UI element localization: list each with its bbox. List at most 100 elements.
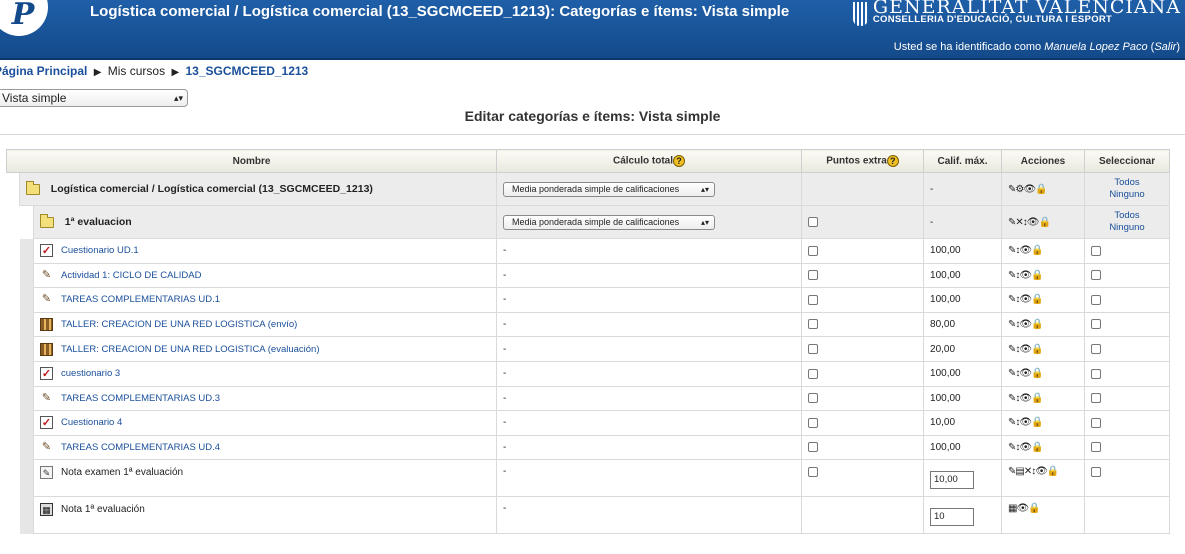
help-icon[interactable]: ?: [673, 155, 686, 167]
action-icons[interactable]: ✎↕👁🔒: [1001, 238, 1086, 264]
action-icons[interactable]: ✎↕👁🔒: [1001, 385, 1086, 412]
item-calc: -: [496, 311, 803, 338]
grade-item-link[interactable]: TALLER: CREACION DE UNA RED LOGISTICA (e…: [61, 319, 297, 330]
select-checkbox[interactable]: [1091, 344, 1102, 355]
breadcrumb-course[interactable]: 13_SGCMCEED_1213: [186, 64, 309, 78]
action-icons[interactable]: ✎↕👁🔒: [1001, 410, 1086, 436]
grade-item-link[interactable]: Cuestionario 4: [61, 418, 122, 429]
grade-item-link[interactable]: TAREAS COMPLEMENTARIAS UD.1: [61, 295, 220, 306]
assignment-icon: ✎: [41, 268, 52, 281]
select-checkbox[interactable]: [1091, 368, 1102, 379]
workshop-icon: [40, 342, 53, 356]
grade-item-row: ✎ Actividad 1: CICLO DE CALIDAD - 100,00 …: [6, 262, 1171, 289]
breadcrumb: Página Principal ▶ Mis cursos ▶ 13_SGCMC…: [0, 64, 308, 78]
extra-credit-checkbox[interactable]: [808, 270, 819, 281]
action-icons[interactable]: ▦👁🔒: [1001, 496, 1086, 535]
grade-categories-table: Nombre Cálculo total? Puntos extra? Cali…: [5, 149, 1171, 535]
col-header-name: Nombre: [5, 149, 498, 173]
manual-item-icon: ✎: [40, 466, 53, 480]
select-checkbox[interactable]: [1091, 393, 1102, 404]
extra-credit-checkbox[interactable]: [808, 368, 819, 379]
grade-item-link[interactable]: TALLER: CREACION DE UNA RED LOGISTICA (e…: [61, 344, 320, 355]
col-header-actions: Acciones: [1001, 149, 1086, 173]
breadcrumb-separator-icon: ▶: [171, 67, 180, 78]
action-icons[interactable]: ✎↕👁🔒: [1001, 434, 1086, 461]
extra-credit-checkbox[interactable]: [808, 216, 819, 227]
max-grade-input[interactable]: 10: [930, 508, 975, 527]
grade-item-row: ✎ TAREAS COMPLEMENTARIAS UD.4 - 100,00 ✎↕…: [6, 434, 1171, 461]
action-icons[interactable]: ✎↕👁🔒: [1001, 360, 1086, 387]
view-select[interactable]: Vista simple ▴▾: [0, 89, 188, 107]
item-calc: -: [496, 459, 803, 498]
category-total-row: ▦ Nota 1ª evaluación - 10 ▦👁🔒: [6, 496, 1171, 535]
action-icons[interactable]: ✎▤✕↕👁🔒: [1001, 459, 1086, 498]
assignment-icon: ✎: [41, 441, 52, 454]
action-icons[interactable]: ✎↕👁🔒: [1001, 287, 1086, 313]
col-header-select: Seleccionar: [1084, 149, 1171, 173]
help-icon[interactable]: ?: [886, 155, 899, 167]
item-calc: -: [496, 410, 803, 436]
logout-link[interactable]: Salir: [1154, 41, 1176, 53]
category-row: 1ª evaluacion Media ponderada simple de …: [6, 205, 1171, 239]
action-icons[interactable]: ✎↕👁🔒: [1001, 311, 1086, 338]
select-all-link[interactable]: Todos: [1114, 177, 1139, 188]
extra-credit-checkbox[interactable]: [808, 245, 819, 256]
grade-item-row: ✎ TAREAS COMPLEMENTARIAS UD.1 - 100,00 ✎↕…: [6, 287, 1171, 313]
select-none-link[interactable]: Ninguno: [1109, 189, 1144, 200]
grade-item-row: ✓ Cuestionario 4 - 10,00 ✎↕👁🔒: [6, 410, 1171, 436]
grade-item-link[interactable]: Actividad 1: CICLO DE CALIDAD: [61, 270, 201, 281]
max-grade: -: [923, 172, 1003, 206]
col-header-max: Calif. máx.: [923, 149, 1003, 173]
action-icons[interactable]: ✎↕👁🔒: [1001, 336, 1086, 362]
col-header-extra: Puntos extra?: [801, 149, 925, 173]
extra-credit-checkbox[interactable]: [808, 344, 819, 355]
category-name-cell: Logística comercial / Logística comercia…: [18, 172, 498, 206]
quiz-icon: ✓: [40, 416, 53, 430]
max-grade-input[interactable]: 10,00: [930, 471, 975, 490]
grade-item-link[interactable]: TAREAS COMPLEMENTARIAS UD.4: [61, 442, 220, 453]
user-link[interactable]: Manuela Lopez Paco: [1044, 41, 1147, 53]
extra-credit-checkbox[interactable]: [808, 393, 819, 404]
select-checkbox[interactable]: [1091, 442, 1102, 453]
select-none-link[interactable]: Ninguno: [1109, 222, 1144, 233]
extra-credit-checkbox[interactable]: [808, 442, 819, 453]
action-icons[interactable]: ✎✕↕👁🔒: [1001, 205, 1086, 239]
institution-brand: GENERALITAT VALENCIANA CONSELLERIA D'EDU…: [852, 0, 1181, 26]
select-checkbox[interactable]: [1091, 417, 1102, 428]
col-header-calc: Cálculo total?: [496, 149, 803, 173]
extra-credit-checkbox[interactable]: [808, 319, 819, 330]
max-grade: 100,00: [923, 385, 1003, 412]
item-calc: -: [496, 434, 803, 461]
select-checkbox[interactable]: [1091, 294, 1102, 305]
view-select-value: Vista simple: [2, 91, 67, 105]
extra-credit-checkbox[interactable]: [808, 294, 819, 305]
aggregation-select[interactable]: Media ponderada simple de calificaciones…: [503, 214, 716, 230]
extra-credit-checkbox[interactable]: [808, 466, 819, 477]
folder-icon: [26, 180, 40, 195]
select-all-link[interactable]: Todos: [1114, 210, 1139, 221]
action-icons[interactable]: ✎↕👁🔒: [1001, 262, 1086, 289]
calculator-icon: ▦: [40, 503, 53, 517]
select-checkbox[interactable]: [1091, 319, 1102, 330]
max-grade: 20,00: [923, 336, 1003, 362]
grade-item-row: TALLER: CREACION DE UNA RED LOGISTICA (e…: [6, 336, 1171, 362]
action-icons[interactable]: ✎⚙👁🔒: [1001, 172, 1086, 206]
grade-item-link[interactable]: Cuestionario UD.1: [61, 245, 139, 256]
grade-item-link[interactable]: TAREAS COMPLEMENTARIAS UD.3: [61, 393, 220, 404]
site-logo[interactable]: P: [0, 0, 48, 36]
aggregation-select[interactable]: Media ponderada simple de calificaciones…: [503, 181, 716, 197]
item-calc: -: [496, 336, 803, 362]
max-grade: 80,00: [923, 311, 1003, 338]
shield-icon: [852, 2, 868, 26]
grade-item-link[interactable]: cuestionario 3: [61, 368, 120, 379]
select-checkbox[interactable]: [1091, 270, 1102, 281]
breadcrumb-home[interactable]: Página Principal: [0, 64, 87, 78]
category-name: 1ª evaluacion: [64, 216, 132, 228]
extra-credit-checkbox[interactable]: [808, 417, 819, 428]
select-checkbox[interactable]: [1091, 245, 1102, 256]
item-calc: -: [496, 238, 803, 264]
workshop-icon: [40, 318, 53, 332]
grade-item-row: TALLER: CREACION DE UNA RED LOGISTICA (e…: [6, 311, 1171, 338]
select-checkbox[interactable]: [1091, 466, 1102, 477]
folder-icon: [40, 213, 54, 228]
